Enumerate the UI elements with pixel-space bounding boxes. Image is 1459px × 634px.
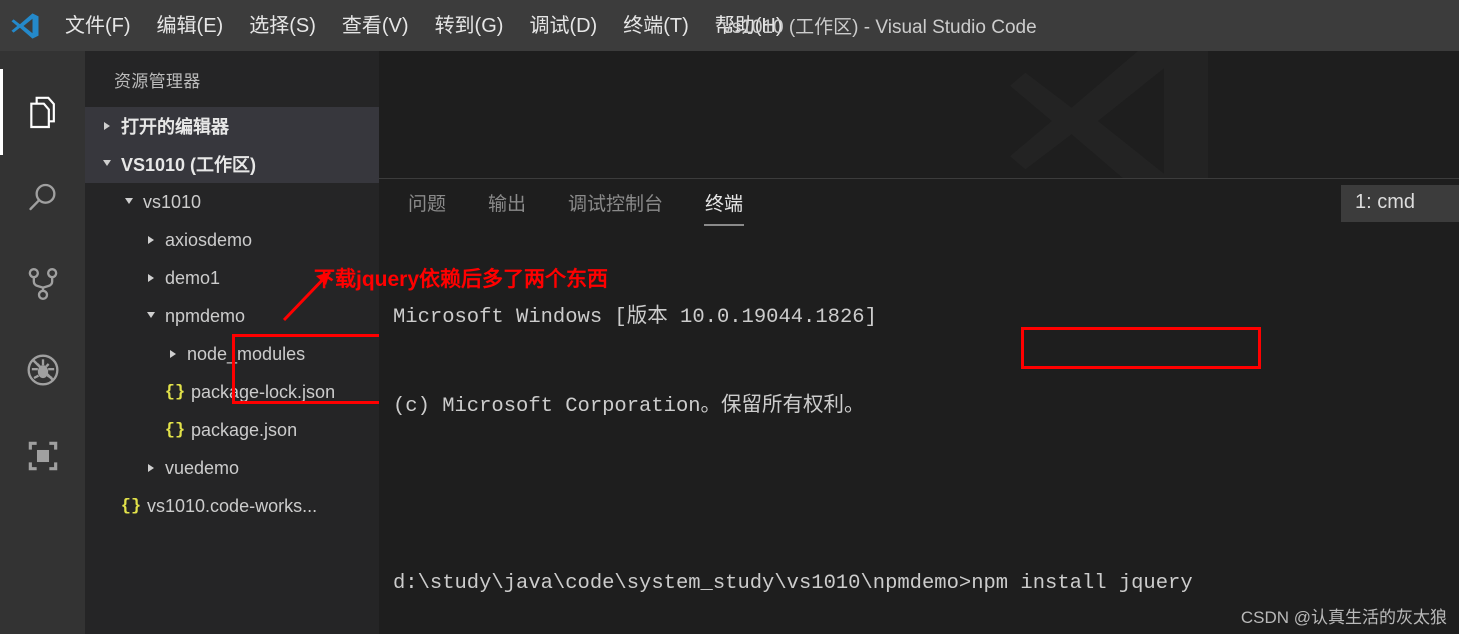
tree-folder-npmdemo[interactable]: npmdemo (85, 297, 379, 335)
terminal-prompt-1: d:\study\java\code\system_study\vs1010\n… (393, 571, 972, 595)
json-file-icon: {} (164, 420, 186, 440)
sidebar-explorer: 资源管理器 打开的编辑器 VS1010 (工作区) vs1010 axiosdemo d… (85, 51, 456, 634)
titlebar: 文件(F) 编辑(E) 选择(S) 查看(V) 转到(G) 调试(D) 终端(T… (0, 0, 1459, 51)
workbench-body: 资源管理器 打开的编辑器 VS1010 (工作区) vs1010 axiosdemo d… (0, 51, 1459, 634)
chevron-down-icon[interactable] (119, 199, 139, 205)
chevron-right-icon[interactable] (141, 236, 161, 244)
explorer-files-icon (23, 92, 63, 132)
panel-tab-problems[interactable]: 问题 (407, 185, 447, 226)
tree-item-label: VS1010 (工作区) (121, 155, 257, 175)
explorer-tree: 打开的编辑器 VS1010 (工作区) vs1010 axiosdemo demo1 np… (85, 107, 379, 525)
vscode-window: 文件(F) 编辑(E) 选择(S) 查看(V) 转到(G) 调试(D) 终端(T… (0, 0, 1459, 634)
tree-item-label: node_modules (187, 343, 306, 364)
activitybar (0, 51, 85, 634)
tree-item-label: package-lock.json (191, 381, 336, 402)
vscode-logo-icon (8, 9, 42, 43)
menubar: 文件(F) 编辑(E) 选择(S) 查看(V) 转到(G) 调试(D) 终端(T… (52, 10, 796, 42)
vscode-watermark-logo-icon (999, 51, 1219, 178)
activitybar-debug[interactable] (0, 327, 85, 413)
tree-file-package-json[interactable]: {} package.json (85, 411, 379, 449)
activitybar-extensions[interactable] (0, 413, 85, 499)
panel-tab-debug-console[interactable]: 调试控制台 (567, 185, 664, 226)
debug-bug-slash-icon (23, 350, 63, 390)
tree-file-package-lock-json[interactable]: {} package-lock.json (85, 373, 379, 411)
extensions-blocks-icon (24, 437, 62, 475)
bottom-panel: 问题 输出 调试控制台 终端 1: cmd Microsoft Windows … (379, 178, 1459, 634)
editor-area-empty (379, 51, 1459, 178)
tree-item-label: axiosdemo (165, 229, 253, 250)
source-control-branch-icon (23, 264, 63, 304)
menu-go[interactable]: 转到(G) (422, 10, 517, 42)
tree-item-label: vuedemo (165, 457, 240, 478)
tree-item-label: 打开的编辑器 (121, 117, 229, 137)
activitybar-search[interactable] (0, 155, 85, 241)
search-icon (23, 178, 63, 218)
terminal-line-version: Microsoft Windows [版本 10.0.19044.1826] (393, 306, 877, 329)
terminal-command-npm-install: npm install jquery (971, 571, 1193, 595)
json-file-icon: {} (120, 496, 142, 516)
tree-item-label: vs1010.code-works... (147, 495, 318, 516)
panel-tabs: 问题 输出 调试控制台 终端 1: cmd (379, 179, 1459, 232)
editor-and-panel: 问题 输出 调试控制台 终端 1: cmd Microsoft Windows … (379, 51, 1459, 634)
tree-file-code-workspace[interactable]: {} vs1010.code-works... (85, 487, 379, 525)
tree-folder-axiosdemo[interactable]: axiosdemo (85, 221, 379, 259)
menu-help[interactable]: 帮助(H) (702, 10, 796, 42)
chevron-right-icon[interactable] (163, 350, 183, 358)
tree-folder-demo1[interactable]: demo1 (85, 259, 379, 297)
json-file-icon: {} (164, 382, 186, 402)
menu-file[interactable]: 文件(F) (52, 10, 144, 42)
tree-folder-vs1010[interactable]: vs1010 (85, 183, 379, 221)
menu-selection[interactable]: 选择(S) (236, 10, 329, 42)
menu-debug[interactable]: 调试(D) (516, 10, 610, 42)
tree-workspace[interactable]: VS1010 (工作区) (85, 145, 379, 183)
menu-view[interactable]: 查看(V) (329, 10, 422, 42)
tree-item-label: vs1010 (143, 191, 202, 212)
activitybar-explorer[interactable] (0, 69, 85, 155)
sidebar-title: 资源管理器 (114, 71, 201, 91)
chevron-right-icon[interactable] (141, 274, 161, 282)
menu-edit[interactable]: 编辑(E) (144, 10, 237, 42)
tree-item-label: demo1 (165, 267, 221, 288)
tree-folder-vuedemo[interactable]: vuedemo (85, 449, 379, 487)
terminal-line-command: d:\study\java\code\system_study\vs1010\n… (393, 569, 1459, 599)
terminal-line-copyright: (c) Microsoft Corporation。保留所有权利。 (393, 394, 865, 418)
panel-tab-output[interactable]: 输出 (487, 185, 527, 226)
chevron-right-icon[interactable] (141, 464, 161, 472)
panel-tab-terminal[interactable]: 终端 (704, 185, 745, 226)
chevron-down-icon[interactable] (141, 313, 161, 319)
terminal-instance-selector[interactable]: 1: cmd (1341, 185, 1459, 222)
tree-folder-node-modules[interactable]: node_modules (85, 335, 379, 373)
tree-item-label: npmdemo (165, 305, 246, 326)
terminal-line-blank-1 (393, 480, 1459, 510)
activitybar-source-control[interactable] (0, 241, 85, 327)
terminal-output[interactable]: Microsoft Windows [版本 10.0.19044.1826] (… (379, 232, 1459, 634)
chevron-right-icon[interactable] (97, 122, 117, 130)
chevron-down-icon[interactable] (97, 161, 117, 167)
menu-terminal[interactable]: 终端(T) (610, 10, 702, 42)
tree-item-label: package.json (191, 419, 298, 440)
tree-open-editors[interactable]: 打开的编辑器 (85, 107, 379, 145)
